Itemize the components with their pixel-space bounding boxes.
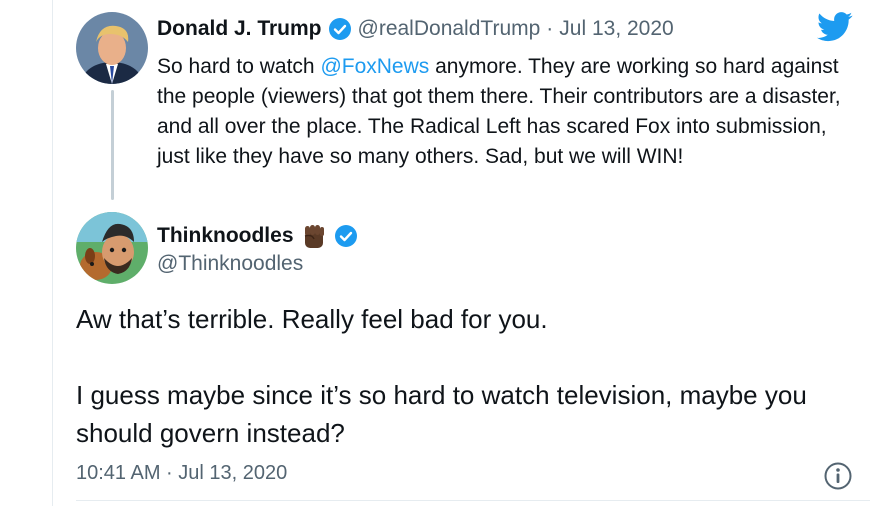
info-icon[interactable] <box>823 461 853 491</box>
thread-connector-line <box>111 90 114 200</box>
reply-author-handle[interactable]: @Thinknoodles <box>157 252 303 276</box>
author-name[interactable]: Donald J. Trump <box>157 17 322 41</box>
verified-badge-icon <box>328 18 351 40</box>
thinknoodles-avatar[interactable] <box>76 212 148 284</box>
bottom-divider <box>76 500 870 501</box>
reply-paragraph-1: Aw that’s terrible. Really feel bad for … <box>76 304 548 334</box>
fox-news-mention-link[interactable]: @FoxNews <box>320 55 429 78</box>
tweet-date[interactable]: Jul 13, 2020 <box>559 17 673 41</box>
verified-badge-icon <box>334 225 357 247</box>
tweet-text: So hard to watch @FoxNews anymore. They … <box>157 52 847 172</box>
trump-avatar[interactable] <box>76 12 148 84</box>
reply-timestamp[interactable]: 10:41 AM · Jul 13, 2020 <box>76 462 287 485</box>
tweet-text-before: So hard to watch <box>157 55 321 78</box>
reply-author-name[interactable]: Thinknoodles <box>157 224 294 248</box>
twitter-bird-icon[interactable] <box>817 12 853 42</box>
tweet-header: Donald J. Trump @realDonaldTrump · Jul 1… <box>157 17 674 41</box>
reply-header: Thinknoodles <box>157 222 364 250</box>
reply-text: Aw that’s terrible. Really feel bad for … <box>76 300 846 452</box>
author-handle[interactable]: @realDonaldTrump <box>358 17 541 41</box>
reply-paragraph-2: I guess maybe since it’s so hard to watc… <box>76 380 807 448</box>
meta-separator: · <box>546 17 554 40</box>
raised-fist-emoji <box>304 225 324 248</box>
